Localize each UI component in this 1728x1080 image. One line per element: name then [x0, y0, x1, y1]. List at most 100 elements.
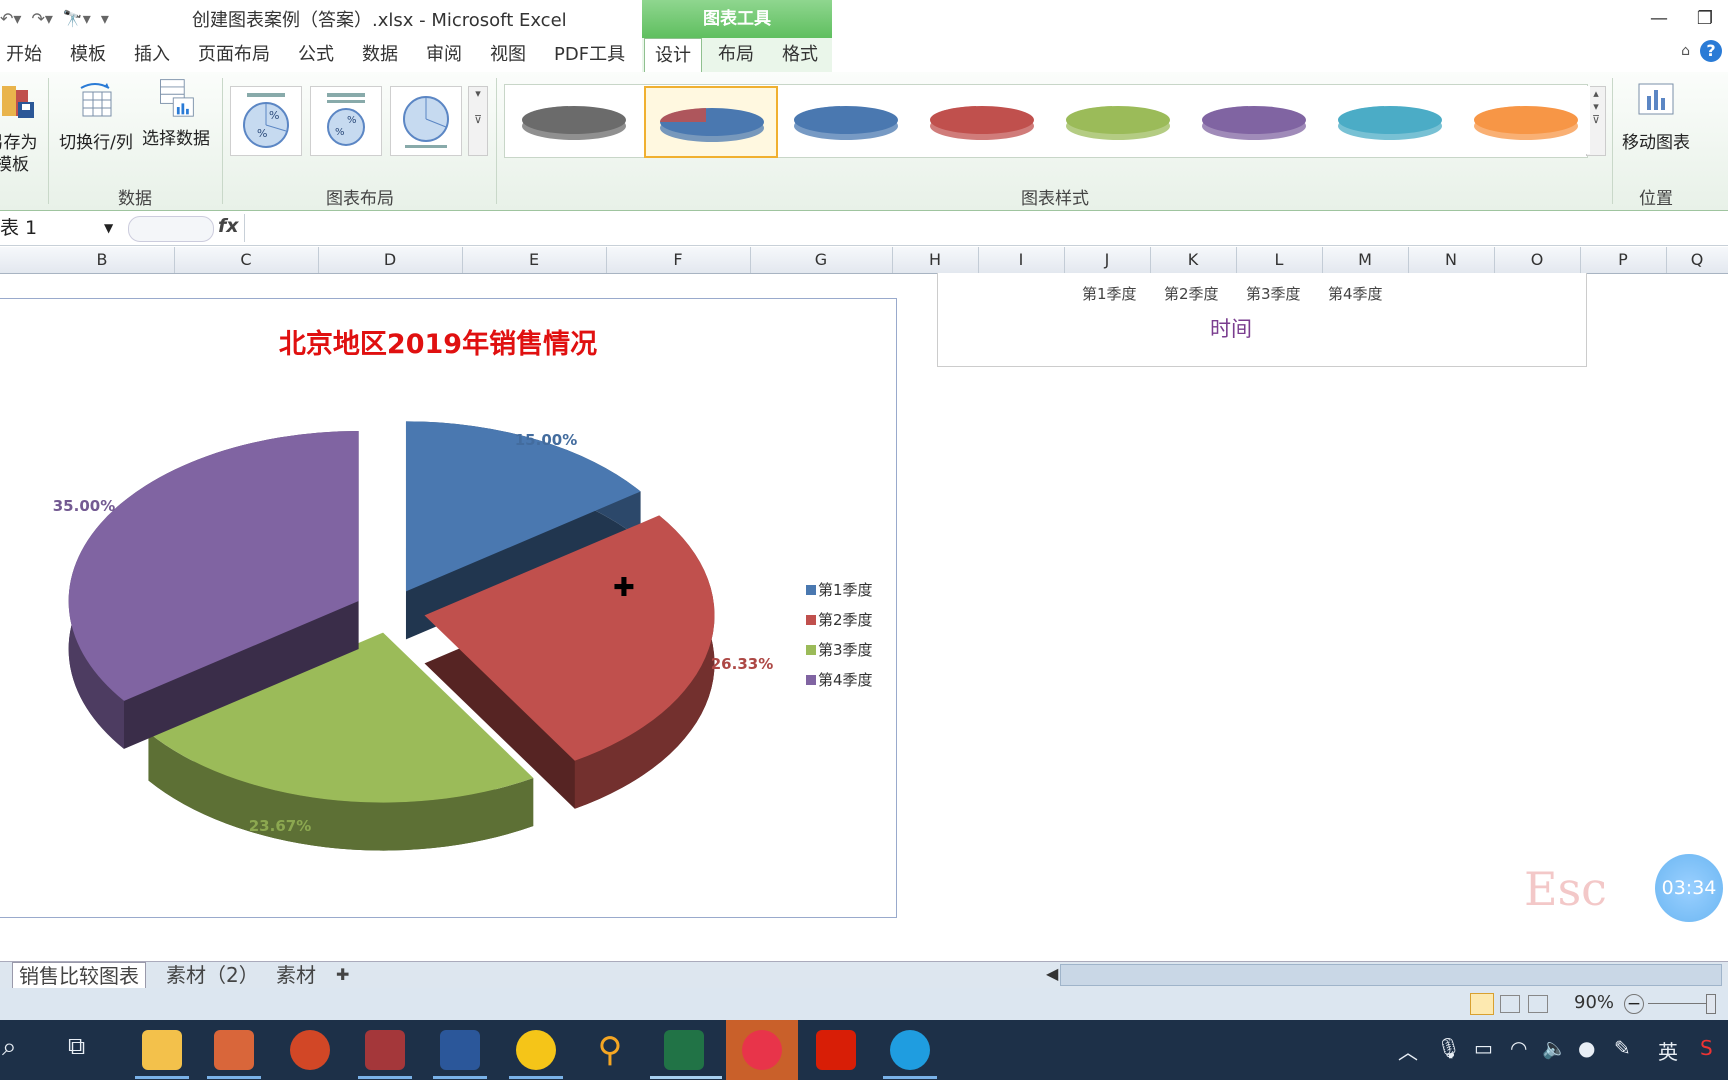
column-header[interactable]: N: [1408, 247, 1495, 273]
move-chart-button[interactable]: 移动图表: [1616, 80, 1696, 154]
minimize-ribbon-icon[interactable]: ⌂: [1681, 43, 1690, 59]
zoom-slider-thumb[interactable]: [1706, 994, 1716, 1014]
column-header[interactable]: D: [318, 247, 463, 273]
access-icon[interactable]: [365, 1030, 405, 1070]
tab-formulas[interactable]: 公式: [298, 38, 334, 72]
zoom-out-icon[interactable]: −: [1624, 994, 1644, 1014]
edge-icon[interactable]: [890, 1030, 930, 1070]
pie-chart[interactable]: 北京地区2019年销售情况 15.00% 26.33% 23.67% 35.00% 第…: [0, 298, 897, 918]
heart-app-icon[interactable]: [742, 1030, 782, 1070]
tab-pdf-tools[interactable]: PDF工具: [554, 38, 625, 72]
select-data-button[interactable]: 选择数据: [138, 76, 214, 150]
restore-icon[interactable]: ❐: [1682, 0, 1728, 38]
horizontal-scrollbar[interactable]: [1060, 964, 1722, 986]
layout-gallery-scroll[interactable]: ▾ ⊽: [468, 86, 488, 156]
search-icon[interactable]: ⌕: [2, 1032, 17, 1063]
name-box-dropdown-icon[interactable]: ▼: [104, 215, 113, 241]
column-header[interactable]: G: [750, 247, 893, 273]
column-header[interactable]: P: [1580, 247, 1667, 273]
ribbon-tab-row: 开始 模板 插入 页面布局 公式 数据 审阅 视图 PDF工具 设计 布局 格式: [0, 38, 1728, 74]
scroll-left-icon[interactable]: ◀: [1046, 964, 1058, 983]
insert-function-icon[interactable]: fx: [218, 215, 239, 237]
column-chart-partial[interactable]: 第1季度 第2季度 第3季度 第4季度 时间: [937, 273, 1587, 367]
tab-home[interactable]: 开始: [6, 38, 42, 72]
redo-icon[interactable]: ↷▾: [31, 9, 52, 28]
column-header[interactable]: M: [1322, 247, 1409, 273]
column-header[interactable]: O: [1494, 247, 1581, 273]
sheet-tab-active[interactable]: 销售比较图表: [12, 962, 146, 990]
chart-style-option[interactable]: [780, 86, 910, 154]
microphone-icon[interactable]: 🎙: [1436, 1036, 1461, 1060]
legend-entry[interactable]: 第1季度: [818, 581, 873, 599]
switch-row-column-button[interactable]: 切换行/列: [54, 80, 138, 154]
pen-icon[interactable]: ✎: [1614, 1036, 1631, 1060]
tab-design[interactable]: 设计: [644, 38, 702, 74]
tab-layout[interactable]: 布局: [718, 38, 754, 72]
column-header[interactable]: K: [1150, 247, 1237, 273]
pdf-app-icon[interactable]: [816, 1030, 856, 1070]
qq-icon[interactable]: ●: [1578, 1036, 1595, 1060]
chart-style-option[interactable]: [1188, 86, 1318, 154]
sheet-tab[interactable]: 素材（2）: [166, 962, 259, 988]
task-view-icon[interactable]: ⧉: [68, 1032, 85, 1060]
chart-style-option[interactable]: [1460, 86, 1590, 154]
column-header[interactable]: I: [978, 247, 1065, 273]
tab-template[interactable]: 模板: [70, 38, 106, 72]
chart-style-option[interactable]: [1052, 86, 1182, 154]
column-header[interactable]: E: [462, 247, 607, 273]
undo-icon[interactable]: ↶▾: [0, 9, 21, 28]
column-header[interactable]: Q: [1666, 247, 1728, 273]
tab-view[interactable]: 视图: [490, 38, 526, 72]
chart-layout-option-2[interactable]: %%: [310, 86, 382, 156]
page-layout-view-icon[interactable]: [1500, 995, 1520, 1013]
normal-view-icon[interactable]: [1470, 993, 1494, 1015]
customize-qat-icon[interactable]: ▾: [101, 9, 109, 28]
ime-indicator[interactable]: 英: [1658, 1036, 1678, 1065]
column-header[interactable]: J: [1064, 247, 1151, 273]
legend-entry[interactable]: 第2季度: [818, 611, 873, 629]
column-header[interactable]: F: [606, 247, 751, 273]
excel-icon[interactable]: [664, 1030, 704, 1070]
battery-icon[interactable]: ▭: [1474, 1036, 1493, 1060]
volume-icon[interactable]: 🔈: [1542, 1036, 1567, 1060]
chart-style-option[interactable]: [1324, 86, 1454, 154]
chart-style-option[interactable]: [508, 86, 638, 154]
chart-layout-option-1[interactable]: %%: [230, 86, 302, 156]
legend-entry[interactable]: 第4季度: [818, 671, 873, 689]
tab-page-layout[interactable]: 页面布局: [198, 38, 270, 72]
page-break-view-icon[interactable]: [1528, 995, 1548, 1013]
zoom-slider[interactable]: [1648, 1003, 1714, 1004]
powerpoint-icon[interactable]: [290, 1030, 330, 1070]
word-icon[interactable]: [440, 1030, 480, 1070]
save-as-template-button[interactable]: 另存为 模板: [0, 80, 44, 176]
find-icon[interactable]: 🔭▾: [63, 9, 91, 28]
tab-insert[interactable]: 插入: [134, 38, 170, 72]
legend-entry[interactable]: 第3季度: [818, 641, 873, 659]
column-header[interactable]: B: [30, 247, 175, 273]
help-icon[interactable]: ?: [1700, 40, 1722, 62]
chart-layout-option-3[interactable]: [390, 86, 462, 156]
recording-timer[interactable]: 03:34: [1655, 854, 1723, 922]
name-box[interactable]: 表 1 ▼: [0, 215, 120, 241]
column-header[interactable]: H: [892, 247, 979, 273]
search-tool-icon[interactable]: ⚲: [590, 1030, 630, 1070]
chart-style-option[interactable]: [916, 86, 1046, 154]
show-hidden-icons-icon[interactable]: ︿: [1398, 1036, 1418, 1065]
tab-review[interactable]: 审阅: [426, 38, 462, 72]
wifi-icon[interactable]: ◠: [1510, 1036, 1527, 1060]
insert-sheet-icon[interactable]: ✚: [336, 962, 349, 988]
sheet-tab[interactable]: 素材: [276, 962, 316, 988]
formula-input[interactable]: [244, 214, 1728, 242]
formula-bar-expand[interactable]: [128, 216, 214, 242]
zoom-level[interactable]: 90%: [1574, 992, 1614, 1013]
sogou-icon[interactable]: S: [1700, 1036, 1713, 1060]
tab-data[interactable]: 数据: [362, 38, 398, 72]
file-explorer-icon[interactable]: [142, 1030, 182, 1070]
minimize-icon[interactable]: —: [1636, 0, 1682, 38]
powerpoint-viewer-icon[interactable]: [214, 1030, 254, 1070]
recorder-icon[interactable]: [516, 1030, 556, 1070]
tab-format[interactable]: 格式: [782, 38, 818, 72]
chart-style-option[interactable]: [644, 86, 778, 158]
column-header[interactable]: C: [174, 247, 319, 273]
column-header[interactable]: L: [1236, 247, 1323, 273]
